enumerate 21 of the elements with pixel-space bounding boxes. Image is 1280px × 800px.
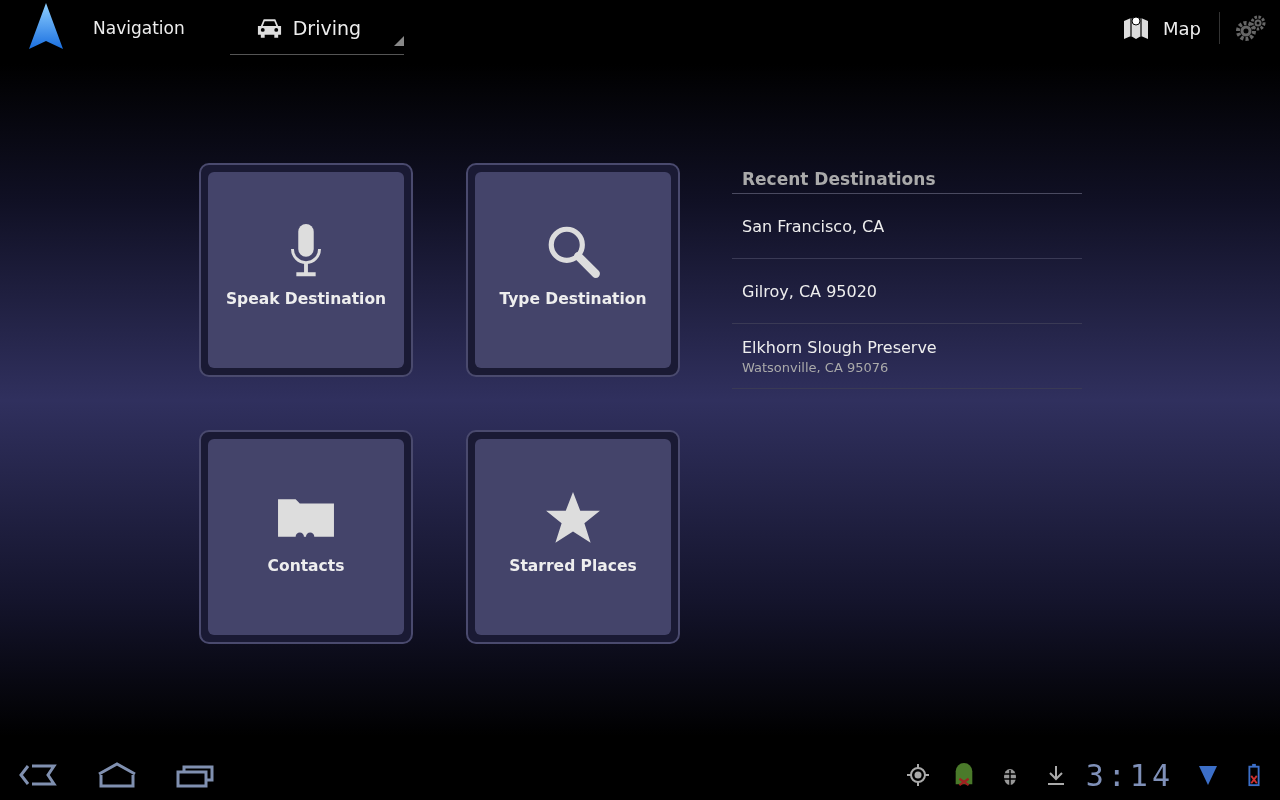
tile-button[interactable]: Speak Destination xyxy=(208,172,404,368)
tile-button[interactable]: Starred Places xyxy=(475,439,671,635)
app-title: Navigation xyxy=(93,18,185,38)
tile-button[interactable]: Contacts xyxy=(208,439,404,635)
home-icon[interactable] xyxy=(97,762,137,788)
mode-dropdown[interactable]: Driving xyxy=(229,2,404,55)
recent-destination-item[interactable]: Elkhorn Slough Preserve Watsonville, CA 95076 xyxy=(732,324,1082,389)
dropdown-corner-icon xyxy=(393,35,404,46)
section-header: Recent Destinations xyxy=(732,163,1082,194)
back-icon[interactable] xyxy=(18,762,58,788)
map-icon xyxy=(1123,15,1149,41)
gps-icon xyxy=(905,763,930,787)
arrow-logo-icon[interactable] xyxy=(29,3,63,49)
clock: 3:14 xyxy=(1085,757,1174,793)
settings-icon[interactable] xyxy=(1236,15,1266,41)
wifi-signal-icon xyxy=(1196,763,1220,787)
car-icon xyxy=(255,17,283,39)
recent-destination-item[interactable]: San Francisco, CA xyxy=(732,194,1082,259)
recent-destination-item[interactable]: Gilroy, CA 95020 xyxy=(732,259,1082,324)
map-button[interactable]: Map xyxy=(1123,15,1201,41)
tile-button[interactable]: Type Destination xyxy=(475,172,671,368)
